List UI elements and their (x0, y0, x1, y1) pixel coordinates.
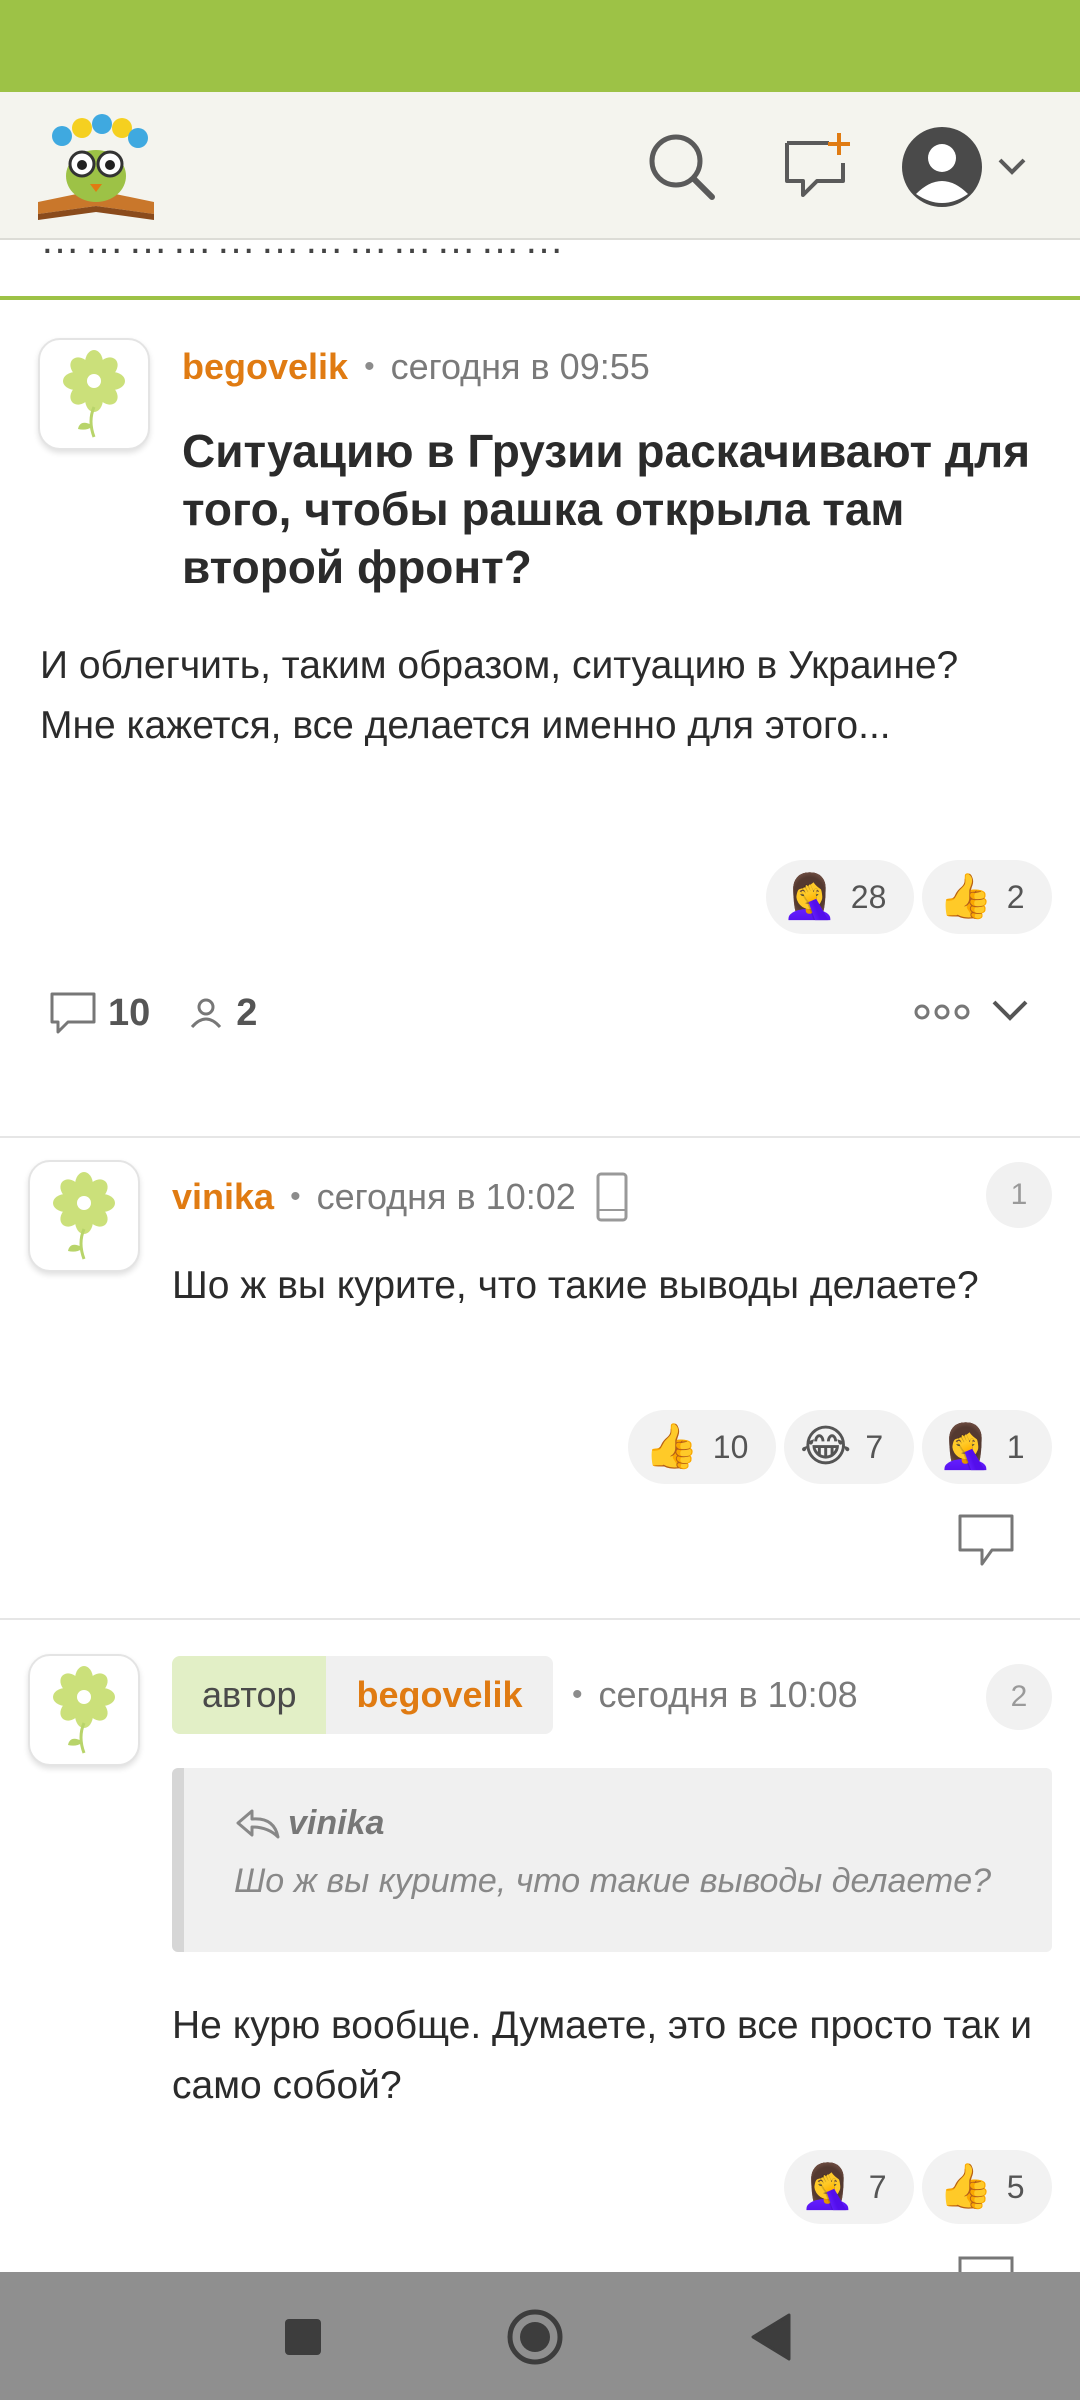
post-meta: begovelik • сегодня в 09:55 (182, 342, 650, 392)
system-nav-bar (0, 2272, 1080, 2400)
separator-dot: • (364, 350, 375, 383)
separator-dot: • (290, 1180, 301, 1213)
quote-text: Шо ж вы курите, что такие выводы делаете… (234, 1862, 992, 1900)
reaction-facepalm[interactable]: 🤦‍♀️ 28 (766, 860, 914, 934)
person-icon (191, 998, 222, 1029)
new-post-icon[interactable] (770, 122, 860, 212)
comment-icon (50, 992, 96, 1034)
facepalm-emoji-icon: 🤦‍♀️ (938, 1421, 993, 1472)
reply-arrow-icon (236, 1809, 280, 1838)
thumbs-up-emoji-icon: 👍 (938, 871, 993, 922)
post-title[interactable]: Ситуацию в Грузии раскачивают для того, … (182, 422, 1032, 596)
comment-author-avatar[interactable] (28, 1160, 140, 1272)
comments-count[interactable]: 10 (48, 990, 150, 1036)
post-author-avatar[interactable] (38, 338, 150, 450)
quote-author: vinika (234, 1804, 384, 1843)
comment-text: Не курю вообще. Думаете, это все просто … (172, 2004, 1033, 2107)
status-bar (0, 0, 1080, 92)
divider (0, 1136, 1080, 1138)
comment-meta: • сегодня в 10:08 (556, 1670, 858, 1720)
reaction-facepalm[interactable]: 🤦‍♀️ 7 (784, 2150, 914, 2224)
reaction-count: 10 (712, 1428, 749, 1465)
reaction-count: 28 (850, 878, 887, 915)
back-button[interactable] (736, 2302, 806, 2372)
reply-icon[interactable] (956, 1512, 1016, 1573)
facepalm-emoji-icon: 🤦‍♀️ (782, 871, 837, 922)
reaction-thumbs-up[interactable]: 👍 2 (922, 860, 1052, 934)
author-tag[interactable]: автор begovelik (172, 1656, 553, 1734)
thumbs-up-emoji-icon: 👍 (644, 1421, 699, 1472)
circle-icon (507, 2309, 563, 2365)
reaction-thumbs-up[interactable]: 👍 10 (628, 1410, 776, 1484)
expand-chevron-icon[interactable] (990, 996, 1030, 1031)
reaction-laughing[interactable]: 😂 7 (784, 1410, 914, 1484)
home-button[interactable] (500, 2302, 570, 2372)
triangle-back-icon (751, 2313, 791, 2361)
flower-avatar-icon (53, 1666, 115, 1754)
owl-with-books-logo-icon (38, 114, 154, 220)
reaction-facepalm[interactable]: 🤦‍♀️ 1 (922, 1410, 1052, 1484)
comment-author-avatar[interactable] (28, 1654, 140, 1766)
recent-apps-button[interactable] (268, 2302, 338, 2372)
comment-number-badge[interactable]: 1 (986, 1162, 1052, 1228)
profile-menu[interactable] (896, 122, 1036, 212)
divider (0, 1618, 1080, 1620)
post-time: сегодня в 09:55 (390, 346, 650, 387)
reaction-count: 7 (868, 2168, 887, 2205)
facepalm-emoji-icon: 🤦‍♀️ (800, 2161, 855, 2212)
reaction-count: 1 (1006, 1428, 1025, 1465)
reaction-count: 7 (865, 1428, 884, 1465)
reaction-count: 2 (1006, 878, 1025, 915)
user-avatar-icon (902, 127, 1026, 207)
site-logo[interactable] (32, 106, 160, 226)
app-header (0, 92, 1080, 240)
mobile-device-icon (596, 1172, 628, 1222)
reaction-thumbs-up[interactable]: 👍 5 (922, 2150, 1052, 2224)
flower-avatar-icon (53, 1172, 115, 1260)
participants-count: 2 (186, 992, 257, 1035)
quote-block[interactable]: vinika Шо ж вы курите, что такие выводы … (172, 1768, 1052, 1952)
comment-time: сегодня в 10:02 (316, 1176, 576, 1217)
more-options-icon[interactable] (914, 1000, 970, 1029)
search-icon[interactable] (637, 122, 727, 212)
flower-avatar-icon (63, 350, 125, 438)
laughing-emoji-icon: 😂 (800, 1421, 852, 1472)
post-body: И облегчить, таким образом, ситуацию в У… (40, 644, 959, 747)
clipped-text-line: ……………………………… (0, 240, 1080, 300)
comment-text: Шо ж вы курите, что такие выводы делаете… (172, 1264, 979, 1307)
square-icon (285, 2319, 321, 2355)
comment-meta: vinika • сегодня в 10:02 (172, 1172, 630, 1222)
comment-time: сегодня в 10:08 (598, 1674, 858, 1715)
post-stats: 10 2 (48, 990, 293, 1036)
thumbs-up-emoji-icon: 👍 (938, 2161, 993, 2212)
reaction-count: 5 (1006, 2168, 1025, 2205)
comment-author-name[interactable]: vinika (172, 1176, 274, 1218)
comment-author-name: begovelik (326, 1656, 553, 1734)
author-tag-label: автор (172, 1656, 327, 1734)
comment-number-badge[interactable]: 2 (986, 1664, 1052, 1730)
post-author-name[interactable]: begovelik (182, 346, 348, 388)
separator-dot: • (572, 1678, 583, 1711)
